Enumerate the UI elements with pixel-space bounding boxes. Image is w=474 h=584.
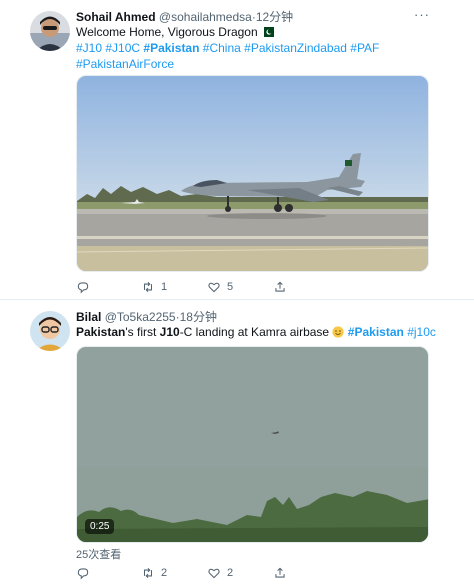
tweet-video[interactable]: 0:25 (76, 346, 429, 543)
avatar[interactable] (30, 11, 70, 51)
tweet-actions: 1 5 (76, 278, 296, 296)
hashtag-link[interactable]: #China (203, 41, 241, 55)
view-count: 25次查看 (76, 549, 122, 561)
share-button[interactable] (273, 564, 287, 582)
retweet-icon (143, 567, 153, 579)
hashtag-link[interactable]: #PakistanAirForce (76, 57, 174, 71)
tweet-text-bold: J10 (159, 325, 180, 339)
reply-button[interactable] (76, 278, 96, 296)
hashtag-link[interactable]: #Pakistan (348, 325, 404, 339)
smile-emoji-icon (332, 325, 347, 339)
tweet-time[interactable]: 18分钟 (180, 310, 217, 324)
landing-video-frame (77, 347, 428, 542)
like-button[interactable]: 2 (207, 564, 233, 582)
share-button[interactable] (273, 278, 287, 296)
tweet-text: 's first (125, 325, 160, 339)
hashtag-link[interactable]: #J10C (105, 41, 140, 55)
retweet-button[interactable]: 1 (141, 278, 167, 296)
tweet-text-line-1: Welcome Home, Vigorous Dragon (76, 24, 274, 40)
tweet-text: -C landing at Kamra airbase (179, 325, 330, 339)
more-icon[interactable]: ··· (414, 8, 432, 25)
hashtag-link[interactable]: #PAF (350, 41, 379, 55)
avatar[interactable] (30, 311, 70, 351)
user-handle[interactable]: @sohailahmedsa (159, 10, 252, 24)
tweet-text-line-1: Pakistan's first J10-C landing at Kamra … (76, 324, 436, 340)
pakistan-flag-icon (260, 25, 274, 39)
hashtag-link[interactable]: #j10c (407, 325, 436, 339)
tweet-actions: 2 2 (76, 564, 296, 582)
video-duration-badge: 0:25 (85, 519, 115, 534)
like-count: 5 (227, 281, 234, 293)
display-name[interactable]: Sohail Ahmed (76, 10, 156, 24)
tweet-card[interactable]: Bilal @To5ka2255·18分钟 Pakistan's first J… (0, 300, 474, 584)
hashtag-link[interactable]: #PakistanZindabad (244, 41, 347, 55)
like-icon (208, 282, 220, 293)
like-button[interactable]: 5 (207, 278, 233, 296)
tweet-text: Welcome Home, Vigorous Dragon (76, 25, 258, 39)
reply-button[interactable] (76, 564, 96, 582)
hashtag-link[interactable]: #Pakistan (143, 41, 199, 55)
tweet-time[interactable]: 12分钟 (256, 10, 293, 24)
hashtag-line: #J10 #J10C #Pakistan #China #PakistanZin… (76, 40, 379, 56)
tweet-header: Bilal @To5ka2255·18分钟 (76, 309, 217, 325)
like-icon (208, 568, 220, 579)
tweet-photo[interactable] (76, 75, 429, 272)
reply-icon (77, 568, 89, 580)
share-icon (275, 567, 285, 578)
hashtag-link[interactable]: #J10 (76, 41, 102, 55)
retweet-count: 1 (161, 281, 168, 293)
tweet-card[interactable]: Sohail Ahmed @sohailahmedsa·12分钟 ··· Wel… (0, 0, 474, 298)
tweet-header: Sohail Ahmed @sohailahmedsa·12分钟 (76, 9, 293, 25)
hashtag-line: #PakistanAirForce (76, 56, 174, 72)
display-name[interactable]: Bilal (76, 310, 101, 324)
reply-icon (77, 282, 89, 294)
user-handle[interactable]: @To5ka2255 (105, 310, 176, 324)
like-count: 2 (227, 567, 234, 579)
share-icon (275, 281, 285, 292)
tweet-text-bold: Pakistan (76, 325, 126, 339)
retweet-count: 2 (161, 567, 168, 579)
retweet-icon (143, 281, 153, 293)
jet-on-runway-image (77, 76, 428, 271)
retweet-button[interactable]: 2 (141, 564, 167, 582)
